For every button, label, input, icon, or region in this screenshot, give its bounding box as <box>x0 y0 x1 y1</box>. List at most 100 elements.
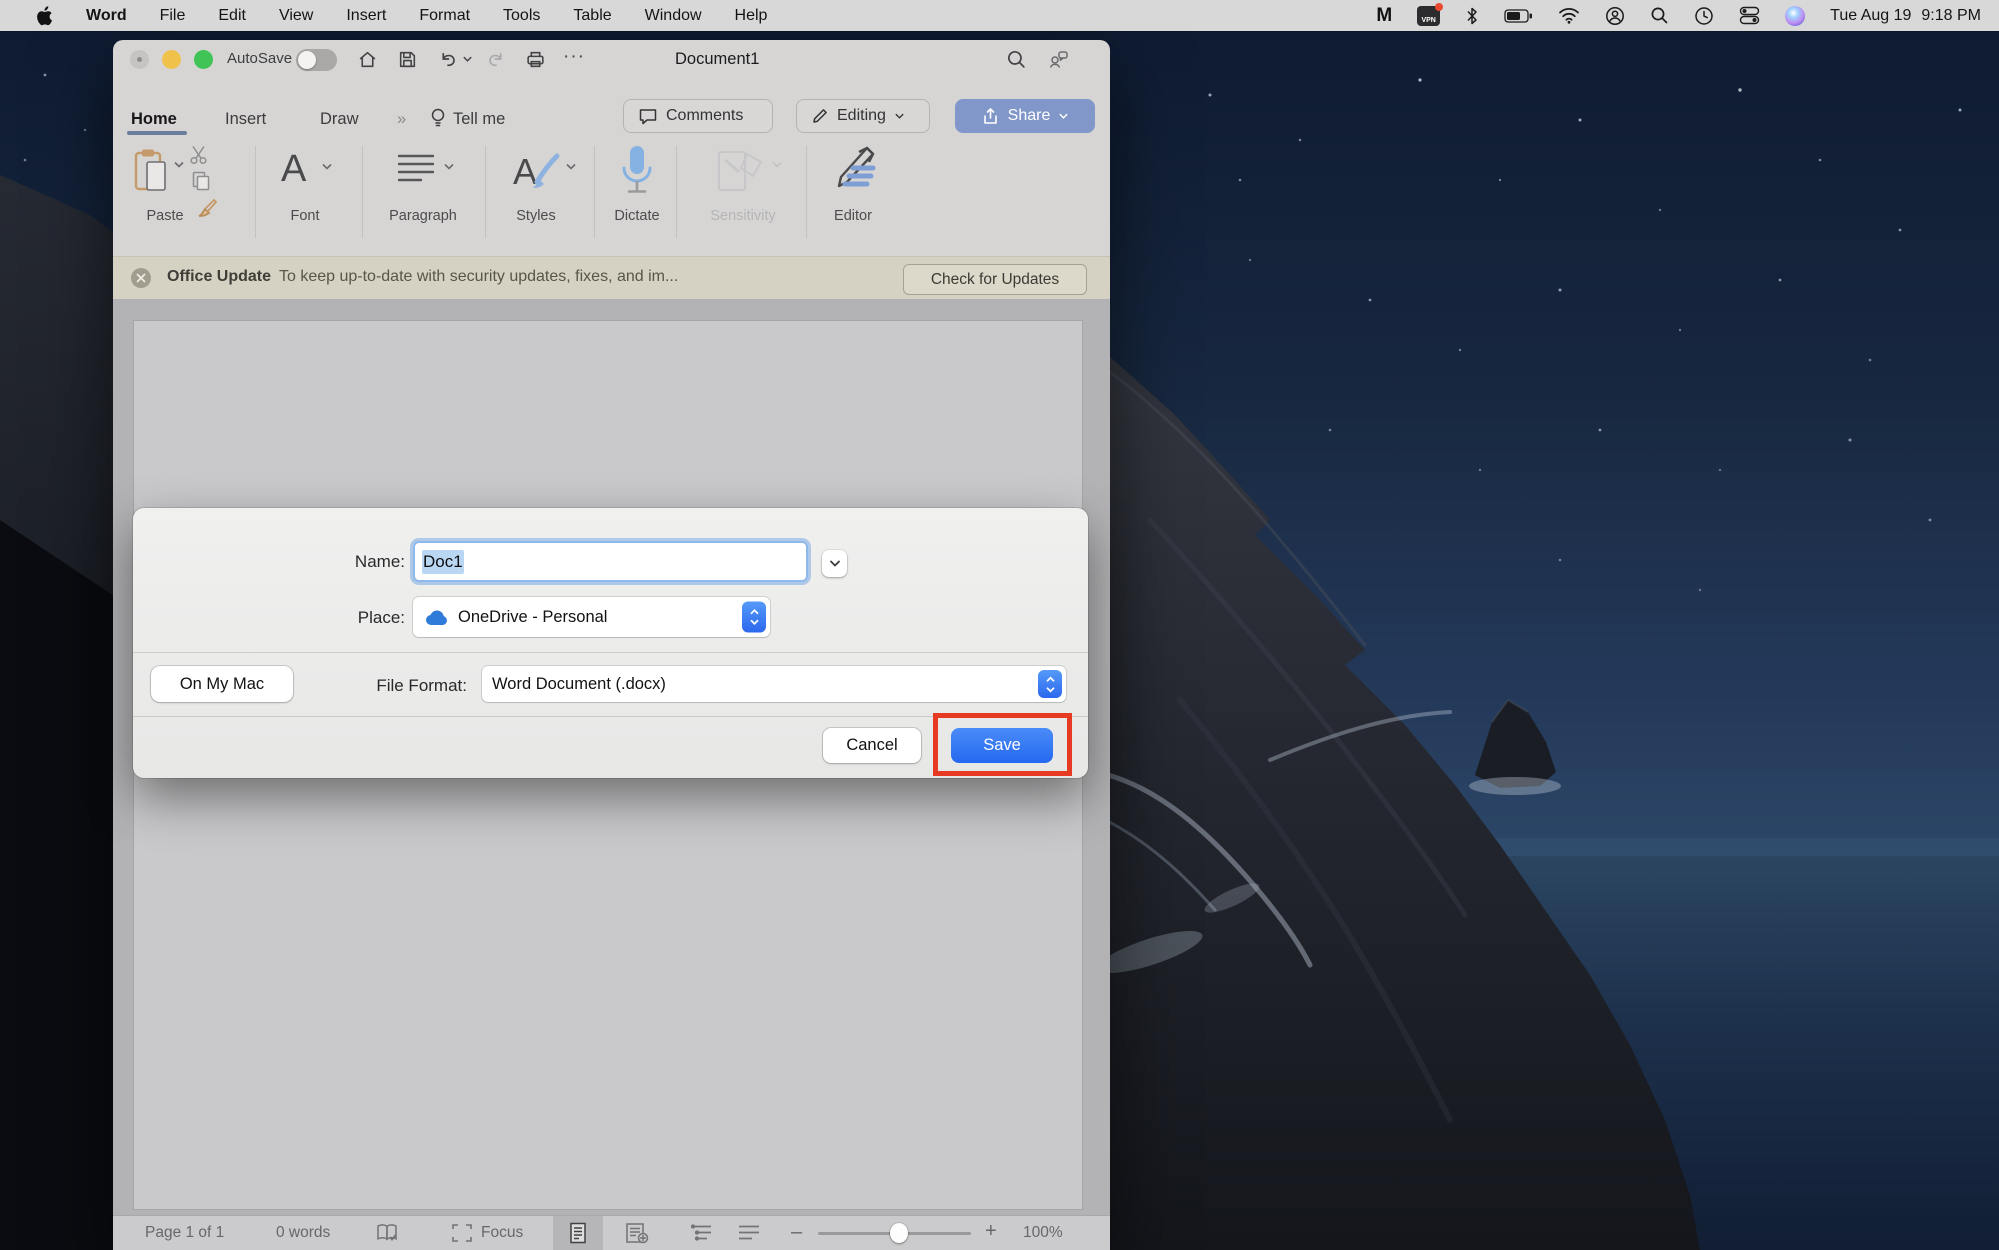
tab-overflow-chevron[interactable]: » <box>397 110 406 129</box>
draft-view-button[interactable] <box>737 1224 761 1242</box>
bluetooth-icon[interactable] <box>1465 4 1479 28</box>
tell-me-label[interactable]: Tell me <box>453 110 505 129</box>
editing-button[interactable]: Editing <box>796 99 930 133</box>
cancel-button[interactable]: Cancel <box>823 728 921 763</box>
menu-item-edit[interactable]: Edit <box>218 7 246 25</box>
file-format-value: Word Document (.docx) <box>492 675 666 694</box>
menu-item-file[interactable]: File <box>160 7 186 25</box>
battery-icon[interactable] <box>1504 4 1533 28</box>
name-input-selected-text: Doc1 <box>422 550 464 574</box>
apple-icon <box>36 6 53 26</box>
outline-view-button[interactable] <box>691 1224 715 1242</box>
desktop: Word File Edit View Insert Format Tools … <box>0 0 1999 1250</box>
autosave-toggle[interactable] <box>296 49 337 71</box>
font-button[interactable]: A <box>281 150 306 188</box>
search-icon[interactable] <box>1006 49 1027 70</box>
file-format-stepper[interactable] <box>1038 670 1062 698</box>
paste-chevron-icon[interactable] <box>173 160 185 169</box>
print-layout-view-button[interactable] <box>553 1216 603 1250</box>
file-format-select[interactable]: Word Document (.docx) <box>482 666 1066 702</box>
name-dropdown-button[interactable] <box>822 550 847 577</box>
paste-button[interactable] <box>133 148 169 194</box>
more-icon[interactable]: ··· <box>563 46 585 68</box>
menu-item-insert[interactable]: Insert <box>346 7 386 25</box>
tab-home[interactable]: Home <box>131 110 177 129</box>
copy-button[interactable] <box>191 170 211 192</box>
wifi-icon[interactable] <box>1558 4 1580 28</box>
share-button[interactable]: Share <box>955 99 1095 133</box>
clipboard-icon <box>133 148 169 194</box>
scissors-icon <box>189 144 211 166</box>
spotlight-icon[interactable] <box>1650 4 1669 28</box>
page-count[interactable]: Page 1 of 1 <box>145 1224 224 1242</box>
place-label: Place: <box>255 608 405 628</box>
place-stepper[interactable] <box>742 602 766 633</box>
zoom-button[interactable] <box>194 50 213 69</box>
font-chevron-icon[interactable] <box>321 162 333 171</box>
paragraph-chevron-icon[interactable] <box>443 162 455 171</box>
styles-chevron-icon[interactable] <box>565 162 577 171</box>
banner-message: To keep up-to-date with security updates… <box>279 268 678 286</box>
name-input[interactable]: Doc1 <box>413 541 808 582</box>
presence-icon[interactable] <box>1046 49 1070 71</box>
place-select[interactable]: OneDrive - Personal <box>413 597 770 637</box>
save-icon[interactable] <box>397 49 418 70</box>
minimize-button[interactable] <box>162 50 181 69</box>
account-icon[interactable] <box>1605 4 1625 28</box>
print-icon[interactable] <box>525 49 546 70</box>
menu-item-view[interactable]: View <box>279 7 313 25</box>
tab-draw[interactable]: Draw <box>320 110 359 129</box>
menu-clock-date[interactable]: Tue Aug 19 <box>1830 7 1911 25</box>
menu-item-tools[interactable]: Tools <box>503 7 540 25</box>
cut-button[interactable] <box>189 144 211 166</box>
menu-clock-time: 9:18 PM <box>1921 7 1981 25</box>
name-label: Name: <box>255 552 405 572</box>
menu-item-word[interactable]: Word <box>86 7 127 25</box>
malwarebytes-icon[interactable]: M <box>1376 4 1392 28</box>
share-icon <box>981 107 1000 126</box>
paragraph-button[interactable] <box>395 152 437 188</box>
zoom-in-button[interactable]: + <box>985 1220 997 1243</box>
word-count[interactable]: 0 words <box>276 1224 330 1242</box>
active-tab-underline <box>127 131 187 135</box>
dictate-button[interactable] <box>619 144 655 198</box>
zoom-percent[interactable]: 100% <box>1023 1224 1063 1242</box>
siri-icon[interactable] <box>1785 6 1805 26</box>
web-layout-view-button[interactable] <box>625 1222 649 1244</box>
copy-icon <box>191 170 211 192</box>
focus-label[interactable]: Focus <box>481 1224 523 1242</box>
time-machine-icon[interactable] <box>1694 4 1714 28</box>
apple-menu[interactable] <box>36 4 53 28</box>
menu-item-help[interactable]: Help <box>735 7 768 25</box>
vpn-icon[interactable]: VPN <box>1417 6 1440 26</box>
check-for-updates-button[interactable]: Check for Updates <box>903 264 1087 295</box>
control-center-icon[interactable] <box>1739 4 1760 28</box>
proofing-icon[interactable] <box>375 1222 401 1244</box>
editor-button[interactable] <box>829 146 881 196</box>
undo-chevron-icon[interactable] <box>462 55 473 63</box>
on-my-mac-button[interactable]: On My Mac <box>151 666 293 702</box>
styles-button[interactable]: A <box>511 148 563 194</box>
zoom-out-button[interactable]: – <box>791 1221 802 1244</box>
menu-item-window[interactable]: Window <box>645 7 702 25</box>
banner-title: Office Update <box>167 268 271 286</box>
zoom-slider-thumb[interactable] <box>890 1223 908 1243</box>
title-bar: AutoSave ··· Document1 <box>113 40 1110 79</box>
comments-button[interactable]: Comments <box>623 99 773 133</box>
comment-icon <box>638 107 658 126</box>
close-button[interactable] <box>130 50 149 69</box>
focus-icon[interactable] <box>451 1223 473 1243</box>
menu-bar: Word File Edit View Insert Format Tools … <box>0 0 1999 31</box>
tab-insert[interactable]: Insert <box>225 110 266 129</box>
chevron-down-icon <box>829 559 841 568</box>
menu-item-table[interactable]: Table <box>573 7 611 25</box>
chevron-down-icon <box>894 112 905 120</box>
ribbon-tab-row: Home Insert Draw » Tell me Comments Edit… <box>113 79 1110 136</box>
menu-item-format[interactable]: Format <box>419 7 470 25</box>
office-update-banner: Office Update To keep up-to-date with se… <box>113 256 1110 299</box>
banner-close-icon[interactable] <box>131 268 151 288</box>
home-icon[interactable] <box>357 49 378 70</box>
status-bar: Page 1 of 1 0 words Focus – <box>113 1215 1110 1250</box>
ribbon-group-label[interactable]: Paste <box>105 208 225 224</box>
undo-icon[interactable] <box>437 49 459 70</box>
